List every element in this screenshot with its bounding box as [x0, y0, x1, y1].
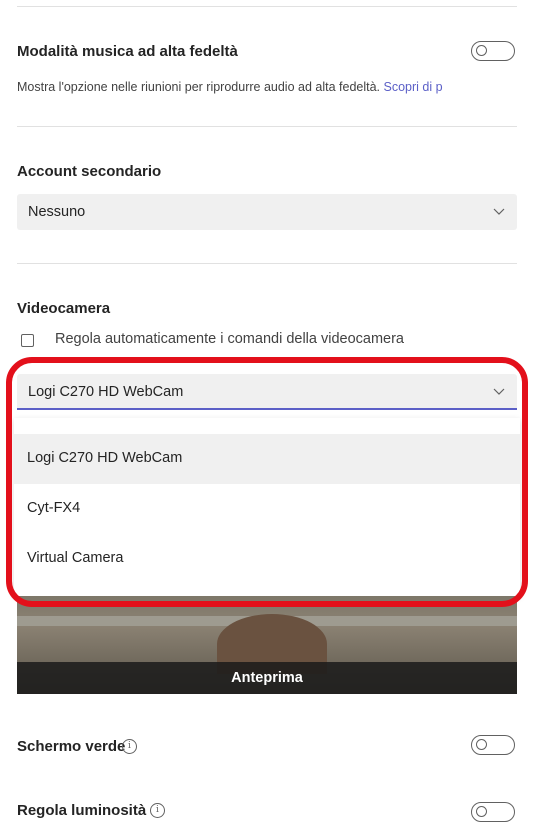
green-screen-toggle[interactable]	[471, 735, 515, 755]
hifi-description-text: Mostra l'opzione nelle riunioni per ripr…	[17, 80, 381, 94]
toggle-knob	[476, 739, 487, 750]
brightness-title: Regola luminosità	[17, 802, 147, 819]
auto-adjust-checkbox[interactable]	[21, 334, 34, 347]
hifi-description: Mostra l'opzione nelle riunioni per ripr…	[17, 80, 443, 94]
info-icon[interactable]: i	[150, 803, 165, 818]
hifi-learn-more-link[interactable]: Scopri di p	[384, 80, 443, 94]
divider-2	[17, 263, 517, 264]
green-screen-title: Schermo verde	[17, 738, 126, 755]
camera-title: Videocamera	[17, 300, 111, 317]
brightness-toggle[interactable]	[471, 802, 515, 822]
chevron-down-icon	[493, 208, 505, 215]
camera-preview: Anteprima	[17, 596, 517, 694]
secondary-account-select[interactable]: Nessuno	[17, 194, 517, 230]
hifi-toggle[interactable]	[471, 41, 515, 61]
info-icon[interactable]: i	[122, 739, 137, 754]
hifi-title: Modalità musica ad alta fedeltà	[17, 43, 238, 60]
auto-adjust-label: Regola automaticamente i comandi della v…	[55, 331, 404, 347]
divider-1	[17, 126, 517, 127]
toggle-knob	[476, 45, 487, 56]
toggle-knob	[476, 806, 487, 817]
highlight-annotation-box	[6, 357, 528, 607]
preview-label: Anteprima	[17, 662, 517, 694]
secondary-account-value: Nessuno	[28, 204, 86, 220]
divider-top	[17, 6, 517, 7]
secondary-account-title: Account secondario	[17, 163, 162, 180]
